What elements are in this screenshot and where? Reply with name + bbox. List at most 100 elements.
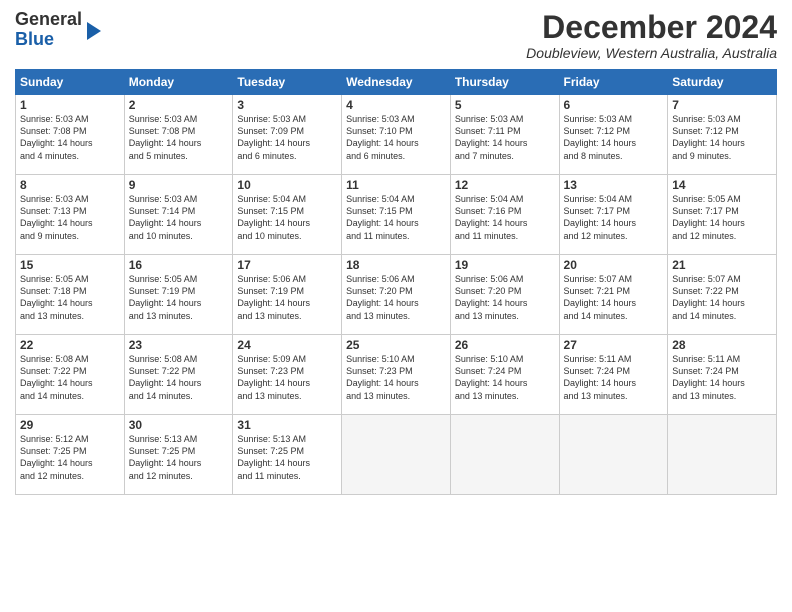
- day-number: 21: [672, 258, 772, 272]
- table-row: 1Sunrise: 5:03 AM Sunset: 7:08 PM Daylig…: [16, 95, 125, 175]
- day-number: 6: [564, 98, 664, 112]
- day-number: 4: [346, 98, 446, 112]
- table-row: 30Sunrise: 5:13 AM Sunset: 7:25 PM Dayli…: [124, 415, 233, 495]
- table-row: 31Sunrise: 5:13 AM Sunset: 7:25 PM Dayli…: [233, 415, 342, 495]
- day-info: Sunrise: 5:08 AM Sunset: 7:22 PM Dayligh…: [20, 353, 120, 402]
- day-number: 29: [20, 418, 120, 432]
- table-row: 12Sunrise: 5:04 AM Sunset: 7:16 PM Dayli…: [450, 175, 559, 255]
- logo-blue: Blue: [15, 30, 82, 50]
- day-info: Sunrise: 5:06 AM Sunset: 7:19 PM Dayligh…: [237, 273, 337, 322]
- day-info: Sunrise: 5:03 AM Sunset: 7:09 PM Dayligh…: [237, 113, 337, 162]
- day-info: Sunrise: 5:04 AM Sunset: 7:15 PM Dayligh…: [346, 193, 446, 242]
- day-info: Sunrise: 5:06 AM Sunset: 7:20 PM Dayligh…: [455, 273, 555, 322]
- calendar-row: 15Sunrise: 5:05 AM Sunset: 7:18 PM Dayli…: [16, 255, 777, 335]
- day-info: Sunrise: 5:07 AM Sunset: 7:22 PM Dayligh…: [672, 273, 772, 322]
- table-row: 3Sunrise: 5:03 AM Sunset: 7:09 PM Daylig…: [233, 95, 342, 175]
- day-number: 31: [237, 418, 337, 432]
- table-row: 26Sunrise: 5:10 AM Sunset: 7:24 PM Dayli…: [450, 335, 559, 415]
- table-row: [342, 415, 451, 495]
- day-info: Sunrise: 5:13 AM Sunset: 7:25 PM Dayligh…: [129, 433, 229, 482]
- day-number: 5: [455, 98, 555, 112]
- table-row: 23Sunrise: 5:08 AM Sunset: 7:22 PM Dayli…: [124, 335, 233, 415]
- day-number: 13: [564, 178, 664, 192]
- day-info: Sunrise: 5:11 AM Sunset: 7:24 PM Dayligh…: [672, 353, 772, 402]
- header-saturday: Saturday: [668, 70, 777, 95]
- day-info: Sunrise: 5:12 AM Sunset: 7:25 PM Dayligh…: [20, 433, 120, 482]
- day-info: Sunrise: 5:05 AM Sunset: 7:19 PM Dayligh…: [129, 273, 229, 322]
- day-number: 16: [129, 258, 229, 272]
- day-info: Sunrise: 5:08 AM Sunset: 7:22 PM Dayligh…: [129, 353, 229, 402]
- table-row: 25Sunrise: 5:10 AM Sunset: 7:23 PM Dayli…: [342, 335, 451, 415]
- table-row: 5Sunrise: 5:03 AM Sunset: 7:11 PM Daylig…: [450, 95, 559, 175]
- day-number: 15: [20, 258, 120, 272]
- day-info: Sunrise: 5:03 AM Sunset: 7:10 PM Dayligh…: [346, 113, 446, 162]
- day-info: Sunrise: 5:11 AM Sunset: 7:24 PM Dayligh…: [564, 353, 664, 402]
- table-row: 11Sunrise: 5:04 AM Sunset: 7:15 PM Dayli…: [342, 175, 451, 255]
- day-number: 30: [129, 418, 229, 432]
- day-number: 9: [129, 178, 229, 192]
- day-info: Sunrise: 5:06 AM Sunset: 7:20 PM Dayligh…: [346, 273, 446, 322]
- calendar-row: 29Sunrise: 5:12 AM Sunset: 7:25 PM Dayli…: [16, 415, 777, 495]
- header-monday: Monday: [124, 70, 233, 95]
- day-info: Sunrise: 5:09 AM Sunset: 7:23 PM Dayligh…: [237, 353, 337, 402]
- day-info: Sunrise: 5:03 AM Sunset: 7:12 PM Dayligh…: [564, 113, 664, 162]
- header-sunday: Sunday: [16, 70, 125, 95]
- day-info: Sunrise: 5:05 AM Sunset: 7:18 PM Dayligh…: [20, 273, 120, 322]
- day-info: Sunrise: 5:07 AM Sunset: 7:21 PM Dayligh…: [564, 273, 664, 322]
- table-row: [559, 415, 668, 495]
- table-row: 8Sunrise: 5:03 AM Sunset: 7:13 PM Daylig…: [16, 175, 125, 255]
- day-number: 12: [455, 178, 555, 192]
- day-info: Sunrise: 5:05 AM Sunset: 7:17 PM Dayligh…: [672, 193, 772, 242]
- table-row: 16Sunrise: 5:05 AM Sunset: 7:19 PM Dayli…: [124, 255, 233, 335]
- day-number: 14: [672, 178, 772, 192]
- day-number: 11: [346, 178, 446, 192]
- header-tuesday: Tuesday: [233, 70, 342, 95]
- table-row: 24Sunrise: 5:09 AM Sunset: 7:23 PM Dayli…: [233, 335, 342, 415]
- day-info: Sunrise: 5:04 AM Sunset: 7:15 PM Dayligh…: [237, 193, 337, 242]
- header-wednesday: Wednesday: [342, 70, 451, 95]
- day-info: Sunrise: 5:03 AM Sunset: 7:12 PM Dayligh…: [672, 113, 772, 162]
- day-number: 10: [237, 178, 337, 192]
- table-row: 28Sunrise: 5:11 AM Sunset: 7:24 PM Dayli…: [668, 335, 777, 415]
- logo: General Blue: [15, 10, 101, 50]
- day-number: 17: [237, 258, 337, 272]
- table-row: 18Sunrise: 5:06 AM Sunset: 7:20 PM Dayli…: [342, 255, 451, 335]
- table-row: [668, 415, 777, 495]
- table-row: 2Sunrise: 5:03 AM Sunset: 7:08 PM Daylig…: [124, 95, 233, 175]
- table-row: 14Sunrise: 5:05 AM Sunset: 7:17 PM Dayli…: [668, 175, 777, 255]
- table-row: 19Sunrise: 5:06 AM Sunset: 7:20 PM Dayli…: [450, 255, 559, 335]
- day-number: 20: [564, 258, 664, 272]
- table-row: [450, 415, 559, 495]
- table-row: 13Sunrise: 5:04 AM Sunset: 7:17 PM Dayli…: [559, 175, 668, 255]
- day-info: Sunrise: 5:03 AM Sunset: 7:08 PM Dayligh…: [20, 113, 120, 162]
- day-number: 28: [672, 338, 772, 352]
- day-number: 8: [20, 178, 120, 192]
- calendar-row: 22Sunrise: 5:08 AM Sunset: 7:22 PM Dayli…: [16, 335, 777, 415]
- calendar-header-row: Sunday Monday Tuesday Wednesday Thursday…: [16, 70, 777, 95]
- day-info: Sunrise: 5:03 AM Sunset: 7:08 PM Dayligh…: [129, 113, 229, 162]
- table-row: 21Sunrise: 5:07 AM Sunset: 7:22 PM Dayli…: [668, 255, 777, 335]
- table-row: 15Sunrise: 5:05 AM Sunset: 7:18 PM Dayli…: [16, 255, 125, 335]
- logo-general: General: [15, 10, 82, 30]
- day-number: 3: [237, 98, 337, 112]
- day-number: 19: [455, 258, 555, 272]
- day-number: 7: [672, 98, 772, 112]
- title-block: December 2024 Doubleview, Western Austra…: [526, 10, 777, 61]
- calendar-row: 8Sunrise: 5:03 AM Sunset: 7:13 PM Daylig…: [16, 175, 777, 255]
- day-number: 24: [237, 338, 337, 352]
- day-number: 26: [455, 338, 555, 352]
- day-number: 23: [129, 338, 229, 352]
- day-number: 27: [564, 338, 664, 352]
- header-thursday: Thursday: [450, 70, 559, 95]
- calendar-row: 1Sunrise: 5:03 AM Sunset: 7:08 PM Daylig…: [16, 95, 777, 175]
- logo-arrow-icon: [87, 22, 101, 40]
- day-number: 25: [346, 338, 446, 352]
- month-title: December 2024: [526, 10, 777, 45]
- header: General Blue December 2024 Doubleview, W…: [15, 10, 777, 61]
- day-number: 1: [20, 98, 120, 112]
- calendar-page: General Blue December 2024 Doubleview, W…: [0, 0, 792, 612]
- day-number: 18: [346, 258, 446, 272]
- location-title: Doubleview, Western Australia, Australia: [526, 45, 777, 61]
- table-row: 20Sunrise: 5:07 AM Sunset: 7:21 PM Dayli…: [559, 255, 668, 335]
- day-info: Sunrise: 5:10 AM Sunset: 7:23 PM Dayligh…: [346, 353, 446, 402]
